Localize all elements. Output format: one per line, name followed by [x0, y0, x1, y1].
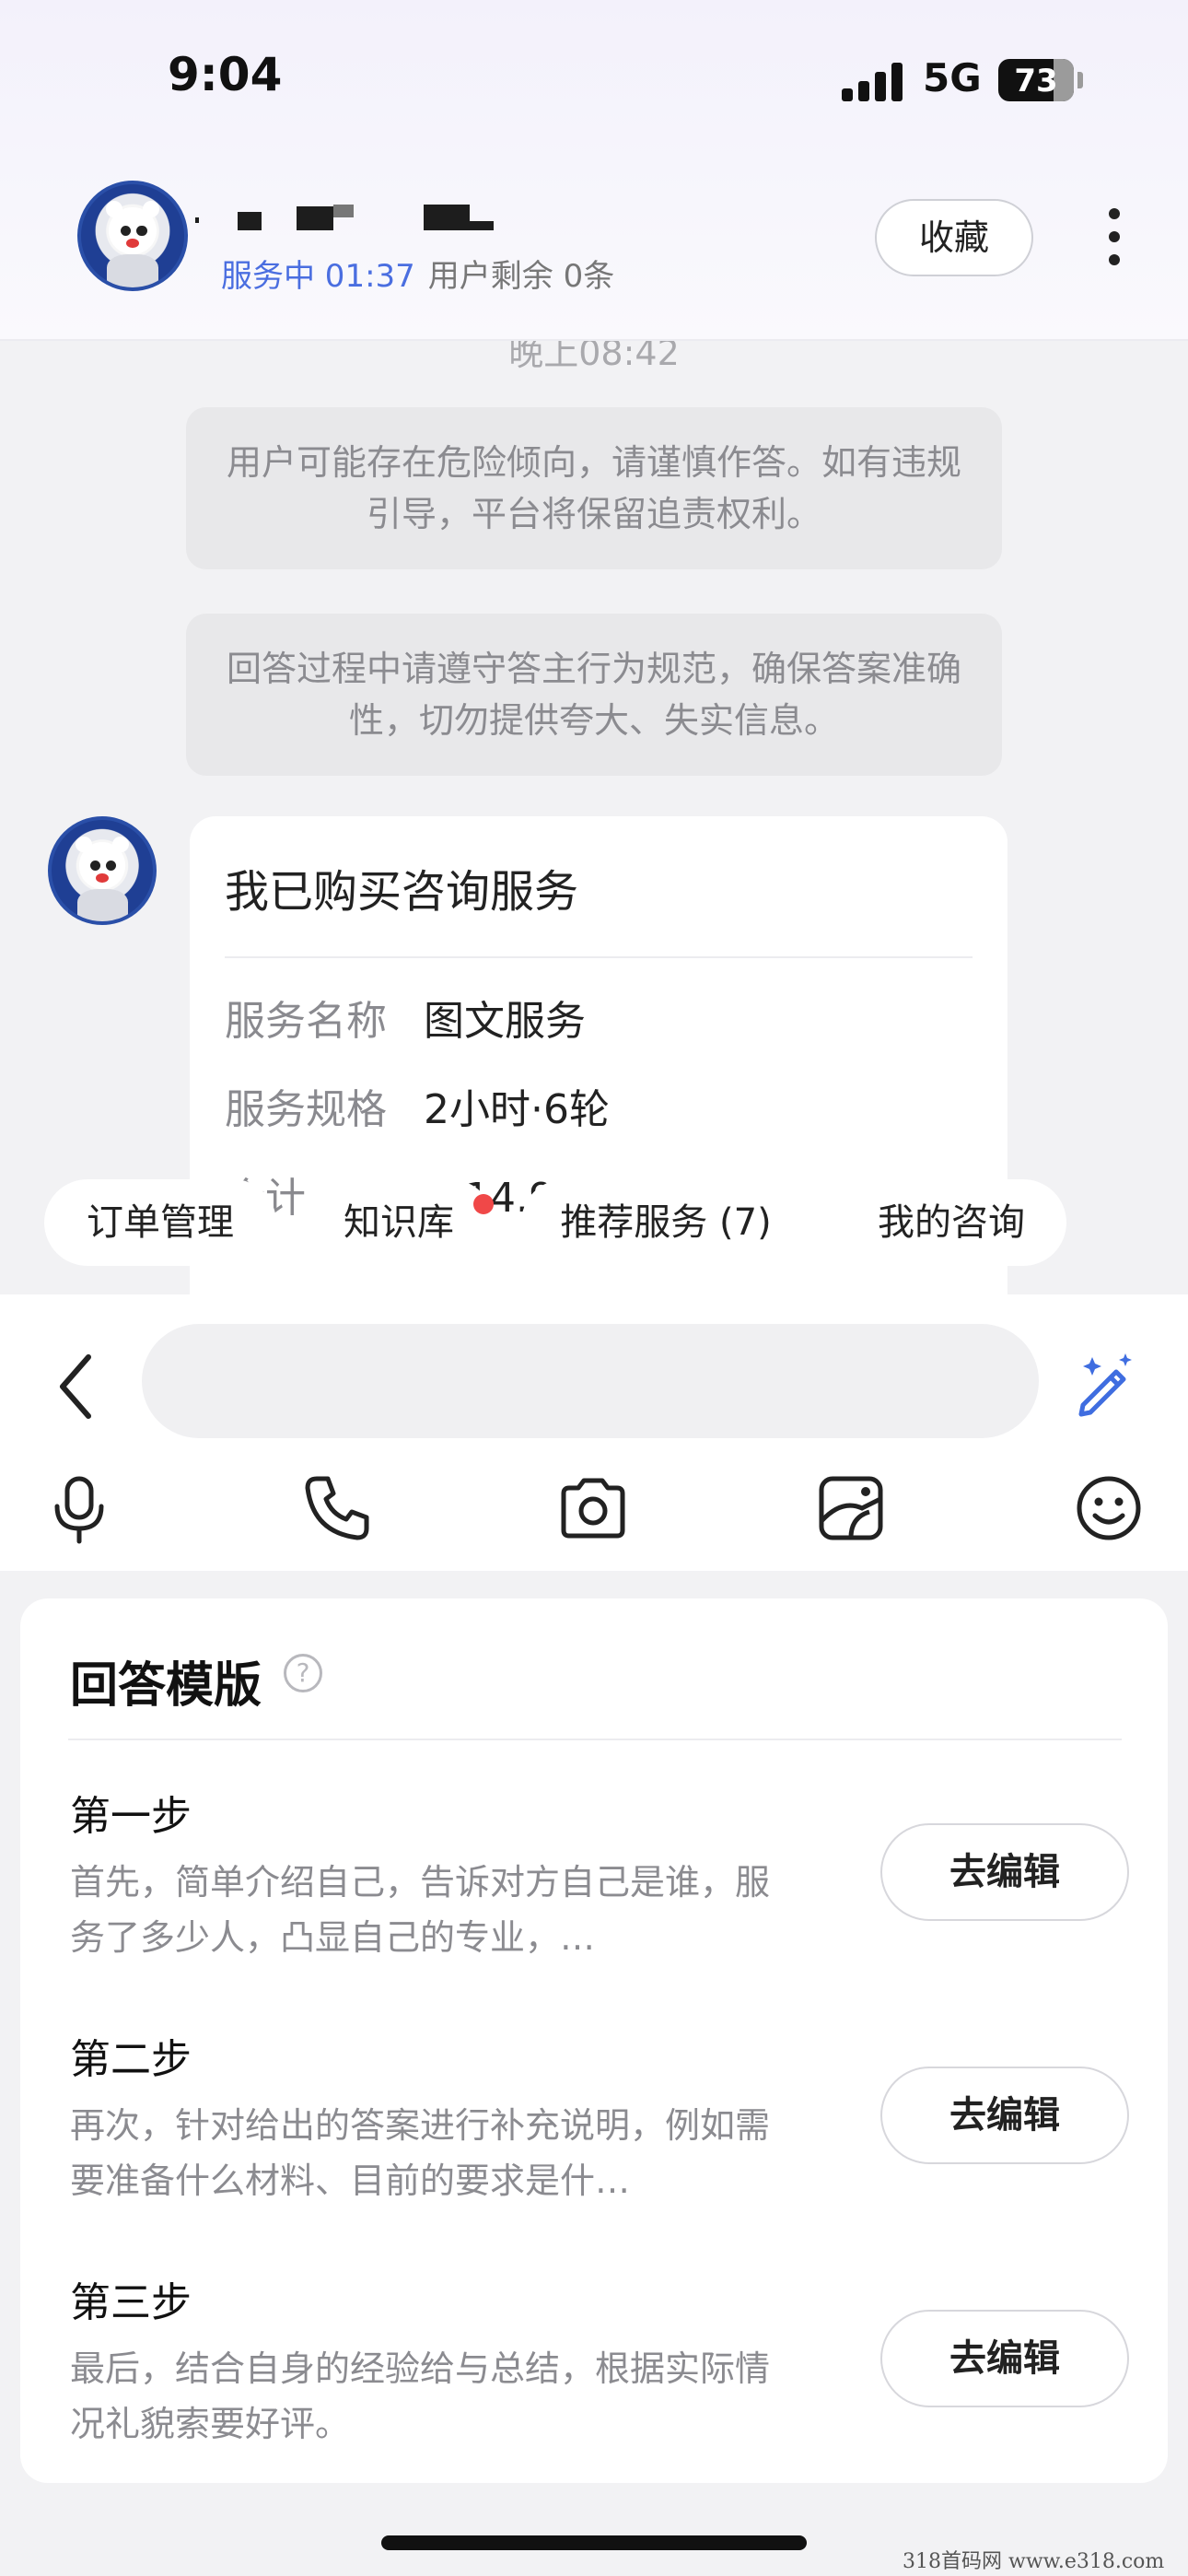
battery-tip: [1077, 72, 1083, 88]
network-label: 5G: [923, 55, 982, 100]
remaining-count: 用户剩余 0条: [427, 258, 615, 295]
system-notice: 用户可能存在危险倾向，请谨慎作答。如有违规引导，平台将保留追责权利。: [186, 407, 1002, 569]
chip-label: 订单管理: [87, 1201, 234, 1244]
order-card-title: 我已购买咨询服务: [225, 855, 973, 958]
contact-avatar[interactable]: [77, 181, 188, 291]
battery-level: 73: [1014, 63, 1058, 100]
help-circle-icon[interactable]: ?: [284, 1654, 322, 1692]
template-step: 第二步 再次，针对给出的答案进行补充说明，例如需要准备什么材料、目前的要求是什……: [70, 2026, 1129, 2229]
more-vertical-icon[interactable]: [1103, 208, 1125, 265]
edit-button[interactable]: 去编辑: [880, 1823, 1129, 1921]
chat-timestamp: 晚上08:42: [508, 341, 680, 373]
user-avatar[interactable]: [48, 816, 157, 925]
order-row-value: 图文服务: [424, 998, 586, 1045]
home-indicator[interactable]: [381, 2535, 807, 2550]
order-row: 服务名称 图文服务: [225, 988, 973, 1047]
bear-eye-right: [136, 225, 147, 236]
step-description: 再次，针对给出的答案进行补充说明，例如需要准备什么材料、目前的要求是什…: [70, 2105, 771, 2201]
chip-label: 我的咨询: [878, 1201, 1025, 1244]
chip-my-consultations[interactable]: 我的咨询: [836, 1179, 1066, 1266]
signal-icon: [842, 61, 906, 101]
step-description: 首先，简单介绍自己，告诉对方自己是谁，服务了多少人，凸显自己的专业，…: [70, 1862, 771, 1958]
battery-icon: 73: [998, 59, 1074, 101]
bear-suit: [76, 888, 128, 921]
chip-order-management[interactable]: 订单管理: [44, 1179, 276, 1266]
composer: [0, 1294, 1188, 1571]
divider: [68, 1739, 1122, 1740]
order-row: 服务规格 2小时·6轮: [225, 1076, 973, 1135]
edit-button[interactable]: 去编辑: [880, 2310, 1129, 2407]
bear-eye-left: [89, 861, 100, 871]
service-status: 服务中 01:37 用户剩余 0条: [221, 251, 614, 296]
edit-button[interactable]: 去编辑: [880, 2067, 1129, 2164]
magic-pen-icon[interactable]: [1070, 1348, 1140, 1418]
camera-icon[interactable]: [556, 1471, 630, 1545]
service-timer: 服务中 01:37: [221, 258, 415, 295]
chip-recommended-services[interactable]: 推荐服务 (7): [521, 1179, 810, 1266]
system-notice: 回答过程中请遵守答主行为规范，确保答案准确性，切勿提供夸大、失实信息。: [186, 614, 1002, 776]
chat-header: 9:04 5G 73 服务中 01:37 用户剩余 0条 收藏: [0, 0, 1188, 341]
order-row-value: 2小时·6轮: [424, 1086, 610, 1133]
back-icon[interactable]: [53, 1350, 99, 1423]
chip-label: 知识库: [344, 1201, 454, 1244]
order-row-key: 服务规格: [225, 1086, 387, 1133]
phone-icon[interactable]: [300, 1471, 374, 1545]
bear-suit: [107, 254, 158, 287]
template-step: 第三步 最后，结合自身的经验给与总结，根据实际情况礼貌索要好评。 去编辑: [70, 2269, 1129, 2472]
emoji-icon[interactable]: [1072, 1471, 1146, 1545]
order-row-key: 服务名称: [225, 998, 387, 1045]
quick-actions: 订单管理 知识库 推荐服务 (7) 我的咨询: [0, 1179, 1188, 1271]
notification-dot: [473, 1194, 494, 1214]
answer-template-panel: 回答模版 ? 第一步 首先，简单介绍自己，告诉对方自己是谁，服务了多少人，凸显自…: [20, 1598, 1168, 2483]
chat-messages[interactable]: 晚上08:42 用户可能存在危险倾向，请谨慎作答。如有违规引导，平台将保留追责权…: [0, 341, 1188, 1294]
message-input[interactable]: [142, 1324, 1039, 1438]
step-description: 最后，结合自身的经验给与总结，根据实际情况礼貌索要好评。: [70, 2348, 771, 2444]
image-icon[interactable]: [814, 1471, 888, 1545]
bear-nose: [96, 873, 109, 884]
favorite-button[interactable]: 收藏: [875, 199, 1033, 276]
chip-knowledge-base[interactable]: 知识库: [304, 1179, 494, 1266]
bear-eye-left: [120, 225, 131, 236]
watermark: 318首码网 www.e318.com: [903, 2550, 1165, 2573]
panel-title: 回答模版: [70, 1658, 262, 1714]
template-step: 第一步 首先，简单介绍自己，告诉对方自己是谁，服务了多少人，凸显自己的专业，… …: [70, 1783, 1129, 1985]
chip-label: 推荐服务 (7): [560, 1201, 772, 1244]
redacted-username: [195, 205, 508, 232]
microphone-icon[interactable]: [42, 1471, 116, 1545]
status-time: 9:04: [168, 48, 283, 101]
